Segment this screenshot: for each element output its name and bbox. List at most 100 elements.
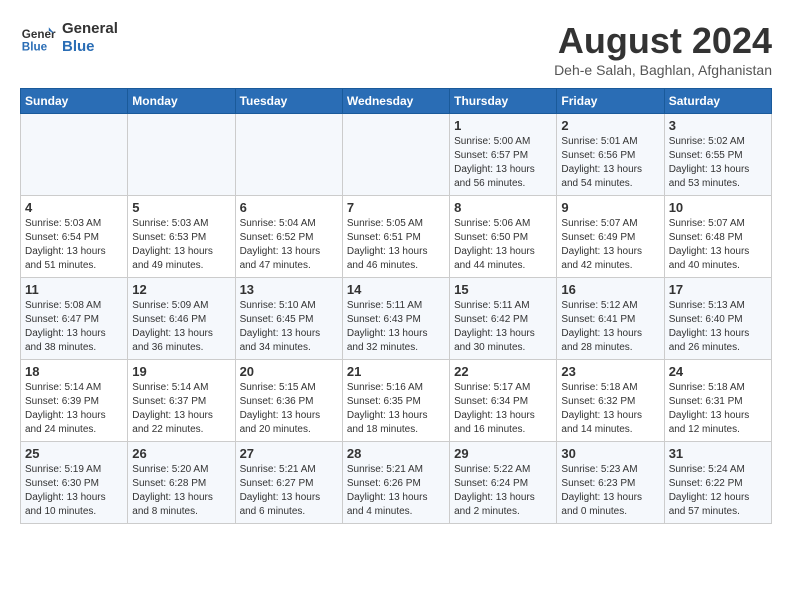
calendar-cell: 11 Sunrise: 5:08 AM Sunset: 6:47 PM Dayli… [21, 278, 128, 360]
main-title: August 2024 [554, 20, 772, 62]
calendar-cell: 31 Sunrise: 5:24 AM Sunset: 6:22 PM Dayli… [664, 442, 771, 524]
day-number: 7 [347, 200, 445, 215]
calendar-cell: 17Sunrise: 5:13 AM Sunset: 6:40 PM Dayli… [664, 278, 771, 360]
day-info: Sunrise: 5:02 AM Sunset: 6:55 PM Dayligh… [669, 135, 767, 191]
calendar-cell: 7 Sunrise: 5:05 AM Sunset: 6:51 PM Daylig… [342, 196, 449, 278]
day-number: 17 [669, 282, 767, 297]
day-info: Sunrise: 5:03 AM Sunset: 6:54 PM Dayligh… [25, 217, 123, 273]
calendar-cell: 20Sunrise: 5:15 AM Sunset: 6:36 PM Dayli… [235, 360, 342, 442]
calendar-cell: 26 Sunrise: 5:20 AM Sunset: 6:28 PM Dayli… [128, 442, 235, 524]
calendar-cell: 13 Sunrise: 5:10 AM Sunset: 6:45 PM Dayli… [235, 278, 342, 360]
calendar-cell: 4 Sunrise: 5:03 AM Sunset: 6:54 PM Daylig… [21, 196, 128, 278]
col-header-saturday: Saturday [664, 89, 771, 114]
day-number: 15 [454, 282, 552, 297]
logo-line1: General [62, 20, 118, 38]
calendar-cell: 14 Sunrise: 5:11 AM Sunset: 6:43 PM Dayli… [342, 278, 449, 360]
day-info: Sunrise: 5:05 AM Sunset: 6:51 PM Dayligh… [347, 217, 445, 273]
day-info: Sunrise: 5:24 AM Sunset: 6:22 PM Dayligh… [669, 463, 767, 519]
day-number: 6 [240, 200, 338, 215]
day-number: 11 [25, 282, 123, 297]
subtitle: Deh-e Salah, Baghlan, Afghanistan [554, 62, 772, 78]
calendar-cell: 23 Sunrise: 5:18 AM Sunset: 6:32 PM Dayli… [557, 360, 664, 442]
day-info: Sunrise: 5:16 AM Sunset: 6:35 PM Dayligh… [347, 381, 445, 437]
day-number: 1 [454, 118, 552, 133]
day-info: Sunrise: 5:14 AM Sunset: 6:39 PM Dayligh… [25, 381, 123, 437]
day-number: 25 [25, 446, 123, 461]
calendar-cell [21, 114, 128, 196]
title-block: August 2024 Deh-e Salah, Baghlan, Afghan… [554, 20, 772, 78]
page-header: General Blue General Blue August 2024 De… [20, 20, 772, 78]
day-info: Sunrise: 5:07 AM Sunset: 6:48 PM Dayligh… [669, 217, 767, 273]
day-info: Sunrise: 5:20 AM Sunset: 6:28 PM Dayligh… [132, 463, 230, 519]
day-number: 28 [347, 446, 445, 461]
day-number: 3 [669, 118, 767, 133]
calendar-cell [128, 114, 235, 196]
logo: General Blue General Blue [20, 20, 118, 56]
day-number: 27 [240, 446, 338, 461]
day-info: Sunrise: 5:11 AM Sunset: 6:43 PM Dayligh… [347, 299, 445, 355]
day-number: 8 [454, 200, 552, 215]
svg-text:Blue: Blue [22, 41, 48, 54]
day-info: Sunrise: 5:19 AM Sunset: 6:30 PM Dayligh… [25, 463, 123, 519]
day-number: 16 [561, 282, 659, 297]
calendar-table: SundayMondayTuesdayWednesdayThursdayFrid… [20, 88, 772, 524]
day-info: Sunrise: 5:14 AM Sunset: 6:37 PM Dayligh… [132, 381, 230, 437]
calendar-cell: 8Sunrise: 5:06 AM Sunset: 6:50 PM Daylig… [450, 196, 557, 278]
day-info: Sunrise: 5:00 AM Sunset: 6:57 PM Dayligh… [454, 135, 552, 191]
day-number: 21 [347, 364, 445, 379]
logo-line2: Blue [62, 38, 118, 56]
calendar-cell: 27Sunrise: 5:21 AM Sunset: 6:27 PM Dayli… [235, 442, 342, 524]
calendar-cell: 22 Sunrise: 5:17 AM Sunset: 6:34 PM Dayli… [450, 360, 557, 442]
day-info: Sunrise: 5:22 AM Sunset: 6:24 PM Dayligh… [454, 463, 552, 519]
day-number: 5 [132, 200, 230, 215]
day-number: 12 [132, 282, 230, 297]
day-number: 22 [454, 364, 552, 379]
col-header-monday: Monday [128, 89, 235, 114]
day-number: 29 [454, 446, 552, 461]
day-number: 20 [240, 364, 338, 379]
week-row-4: 18Sunrise: 5:14 AM Sunset: 6:39 PM Dayli… [21, 360, 772, 442]
calendar-cell: 3 Sunrise: 5:02 AM Sunset: 6:55 PM Daylig… [664, 114, 771, 196]
calendar-cell: 2 Sunrise: 5:01 AM Sunset: 6:56 PM Daylig… [557, 114, 664, 196]
calendar-cell: 19 Sunrise: 5:14 AM Sunset: 6:37 PM Dayli… [128, 360, 235, 442]
day-number: 26 [132, 446, 230, 461]
logo-icon: General Blue [20, 20, 56, 56]
col-header-thursday: Thursday [450, 89, 557, 114]
day-info: Sunrise: 5:21 AM Sunset: 6:26 PM Dayligh… [347, 463, 445, 519]
day-number: 31 [669, 446, 767, 461]
day-info: Sunrise: 5:08 AM Sunset: 6:47 PM Dayligh… [25, 299, 123, 355]
calendar-cell: 25 Sunrise: 5:19 AM Sunset: 6:30 PM Dayli… [21, 442, 128, 524]
calendar-cell: 24Sunrise: 5:18 AM Sunset: 6:31 PM Dayli… [664, 360, 771, 442]
day-info: Sunrise: 5:18 AM Sunset: 6:32 PM Dayligh… [561, 381, 659, 437]
day-number: 23 [561, 364, 659, 379]
calendar-cell: 21 Sunrise: 5:16 AM Sunset: 6:35 PM Dayli… [342, 360, 449, 442]
day-info: Sunrise: 5:10 AM Sunset: 6:45 PM Dayligh… [240, 299, 338, 355]
calendar-cell [342, 114, 449, 196]
day-info: Sunrise: 5:01 AM Sunset: 6:56 PM Dayligh… [561, 135, 659, 191]
week-row-5: 25 Sunrise: 5:19 AM Sunset: 6:30 PM Dayli… [21, 442, 772, 524]
day-info: Sunrise: 5:23 AM Sunset: 6:23 PM Dayligh… [561, 463, 659, 519]
day-number: 2 [561, 118, 659, 133]
header-row: SundayMondayTuesdayWednesdayThursdayFrid… [21, 89, 772, 114]
calendar-cell: 6 Sunrise: 5:04 AM Sunset: 6:52 PM Daylig… [235, 196, 342, 278]
day-info: Sunrise: 5:18 AM Sunset: 6:31 PM Dayligh… [669, 381, 767, 437]
calendar-cell: 15Sunrise: 5:11 AM Sunset: 6:42 PM Dayli… [450, 278, 557, 360]
day-number: 30 [561, 446, 659, 461]
day-info: Sunrise: 5:07 AM Sunset: 6:49 PM Dayligh… [561, 217, 659, 273]
col-header-wednesday: Wednesday [342, 89, 449, 114]
col-header-sunday: Sunday [21, 89, 128, 114]
calendar-cell: 1 Sunrise: 5:00 AM Sunset: 6:57 PM Daylig… [450, 114, 557, 196]
day-number: 4 [25, 200, 123, 215]
week-row-1: 1 Sunrise: 5:00 AM Sunset: 6:57 PM Daylig… [21, 114, 772, 196]
day-number: 13 [240, 282, 338, 297]
day-info: Sunrise: 5:04 AM Sunset: 6:52 PM Dayligh… [240, 217, 338, 273]
week-row-2: 4 Sunrise: 5:03 AM Sunset: 6:54 PM Daylig… [21, 196, 772, 278]
day-info: Sunrise: 5:17 AM Sunset: 6:34 PM Dayligh… [454, 381, 552, 437]
week-row-3: 11 Sunrise: 5:08 AM Sunset: 6:47 PM Dayli… [21, 278, 772, 360]
day-info: Sunrise: 5:12 AM Sunset: 6:41 PM Dayligh… [561, 299, 659, 355]
calendar-cell: 28 Sunrise: 5:21 AM Sunset: 6:26 PM Dayli… [342, 442, 449, 524]
day-number: 19 [132, 364, 230, 379]
calendar-cell: 29 Sunrise: 5:22 AM Sunset: 6:24 PM Dayli… [450, 442, 557, 524]
day-number: 14 [347, 282, 445, 297]
calendar-cell: 30 Sunrise: 5:23 AM Sunset: 6:23 PM Dayli… [557, 442, 664, 524]
